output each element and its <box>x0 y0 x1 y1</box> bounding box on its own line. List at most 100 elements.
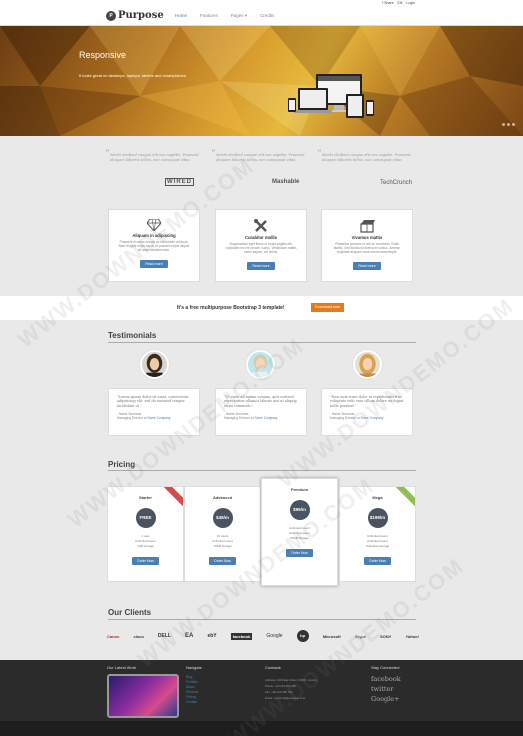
quote-mark-icon: “ <box>211 149 216 159</box>
feature-card: Aliquam in adipiscing Praesent rhoncus m… <box>108 209 200 282</box>
box-icon <box>360 220 375 233</box>
order-now-button[interactable]: Order Now <box>132 557 159 565</box>
avatar <box>140 350 169 379</box>
press-quote: “ Morbi eleifend congue elit nec sagitti… <box>105 149 205 163</box>
order-now-button[interactable]: Order Now <box>286 549 313 557</box>
read-more-button[interactable]: Read more <box>353 262 381 270</box>
pricing-plan-advanced: Advanced $49/m 10 users Unlimited users … <box>184 486 261 582</box>
section-divider <box>108 470 416 471</box>
pricing-heading: Pricing <box>108 460 136 469</box>
nav-item-home[interactable]: Home <box>175 13 187 19</box>
author-role: Managing Director at <box>224 416 254 421</box>
client-logo-cisco: cisco <box>133 633 144 639</box>
plan-feature: 1GB storage <box>137 544 154 548</box>
hero-dot[interactable] <box>512 123 515 126</box>
feature-title: Vivamus mattis <box>351 235 383 240</box>
client-logo-sony: SONY <box>380 633 392 639</box>
hero-pagination <box>502 123 515 126</box>
pricing-plan-premium: Premium $99/m Unlimited users Unlimited … <box>261 478 338 586</box>
client-logo-skype: Skype <box>354 633 366 639</box>
feature-title: Curabitur mollis <box>244 235 278 240</box>
utility-links: f Share EN Login <box>382 1 415 5</box>
plan-price: $199/m <box>367 508 388 528</box>
testimonial-author: - Name Surname, Managing Director at Som… <box>117 412 191 420</box>
cta-band: It's a free multipurpose Bootstrap 3 tem… <box>0 296 523 320</box>
avatar <box>246 350 275 379</box>
client-logo-ea: EA <box>185 633 194 639</box>
press-logo-wired: WIRED <box>165 178 194 186</box>
client-logo-yahoo: Yahoo! <box>405 633 419 639</box>
section-divider <box>108 619 416 620</box>
footer-heading: Navigate <box>186 665 202 670</box>
client-logo-canon: Canon <box>107 633 120 639</box>
navbar: P Purpose Home Features Pages ▾ Credits <box>0 7 523 26</box>
company-link[interactable]: Some Company <box>254 416 277 420</box>
quote-mark-icon: “ <box>105 149 110 159</box>
plan-price: FREE <box>135 508 156 528</box>
author-role: Managing Director at <box>117 416 147 421</box>
order-now-button[interactable]: Order Now <box>364 557 391 565</box>
hero-dot[interactable] <box>507 123 510 126</box>
plan-feature: 50GB storage <box>290 536 309 540</box>
contact-email[interactable]: Email: youremail@example.com <box>265 695 357 701</box>
footer-heading: Our Latest Work <box>107 665 137 670</box>
feature-card: Vivamus mattis Phasellus posuere et nisl… <box>321 209 413 282</box>
client-logo-facebook: facebook <box>230 632 253 640</box>
share-link[interactable]: f Share <box>382 1 393 5</box>
company-link[interactable]: Some Company <box>147 416 170 420</box>
read-more-button[interactable]: Read more <box>140 260 168 268</box>
company-link[interactable]: Some Company <box>360 416 383 420</box>
footer-bottom-bar <box>0 721 523 736</box>
social-links: facebook twitter Google+ <box>371 674 401 704</box>
feature-text: Praesent rhoncus mauris ac sollicitudin … <box>118 240 190 252</box>
language-link[interactable]: EN <box>398 1 403 5</box>
order-now-button[interactable]: Order Now <box>209 557 236 565</box>
download-now-button[interactable]: Download now <box>311 303 344 312</box>
plan-name: Premium <box>290 487 309 492</box>
client-logo-microsoft: Microsoft <box>322 633 341 639</box>
plan-name: Advanced <box>212 495 233 500</box>
author-role: Managing Director at <box>330 416 360 421</box>
plan-price: $99/m <box>289 500 310 520</box>
footer-link-contact[interactable]: Contact <box>186 700 198 705</box>
client-logos: Canon cisco DELL EA ebY facebook Google … <box>107 629 419 643</box>
press-quote-text: Morbi eleifend congue elit nec sagittis.… <box>110 153 199 162</box>
testimonial-author: - Name Surname, Managing Director at Som… <box>224 412 298 420</box>
testimonial-author: - Name Surname, Managing Director at Som… <box>330 412 404 420</box>
feature-card: Curabitur mollis Suspendisse eget libero… <box>215 209 307 282</box>
pricing-plan-mega: Mega $199/m Unlimited users Unlimited us… <box>339 486 416 582</box>
nav-item-credits[interactable]: Credits <box>260 13 274 19</box>
testimonial-card: "Ut enim ad minim veniam, quis nostrud e… <box>215 388 307 436</box>
client-logo-ebay: ebY <box>207 633 217 639</box>
google-plus-link[interactable]: Google+ <box>371 694 401 704</box>
top-utility-bar: f Share EN Login <box>0 0 523 7</box>
testimonial-quote: "Lorem ipsum dolor sit amet, consectetur… <box>117 395 189 408</box>
latest-work-thumbnail[interactable] <box>107 674 179 718</box>
brand-logo[interactable]: P Purpose <box>106 10 164 21</box>
plan-feature: Unlimited storage <box>365 544 390 548</box>
client-logo-dell: DELL <box>157 633 171 639</box>
clients-heading: Our Clients <box>108 608 152 617</box>
pricing-plan-starter: Starter FREE 1 user Unlimited users 1GB … <box>107 486 184 582</box>
twitter-link[interactable]: twitter <box>371 684 401 694</box>
hero-subtitle: It looks great on desktops, laptops, tab… <box>79 73 186 78</box>
login-link[interactable]: Login <box>406 1 415 5</box>
footer: Our Latest Work Navigate Blog Portfolio … <box>0 660 523 721</box>
testimonial-quote: "Duis aute irure dolor in reprehenderit … <box>330 395 404 408</box>
cta-text: It's a free multipurpose Bootstrap 3 tem… <box>177 305 285 311</box>
hero-title: Responsive <box>79 50 127 60</box>
footer-heading: Contacts <box>265 665 281 670</box>
facebook-link[interactable]: facebook <box>371 674 401 684</box>
hero-dot[interactable] <box>502 123 505 126</box>
logo-mark-icon: P <box>106 10 116 21</box>
diamond-icon <box>147 219 161 231</box>
read-more-button[interactable]: Read more <box>247 262 275 270</box>
nav-item-features[interactable]: Features <box>200 13 218 19</box>
nav-item-pages[interactable]: Pages ▾ <box>231 13 247 19</box>
plan-feature: 10GB storage <box>213 544 232 548</box>
testimonial-card: "Duis aute irure dolor in reprehenderit … <box>321 388 413 436</box>
feature-text: Phasellus posuere et nisl ac commodo. Nu… <box>333 242 401 254</box>
feature-title: Aliquam in adipiscing <box>132 233 176 238</box>
plan-price: $49/m <box>212 508 233 528</box>
footer-heading: Stay Connected <box>371 665 400 670</box>
